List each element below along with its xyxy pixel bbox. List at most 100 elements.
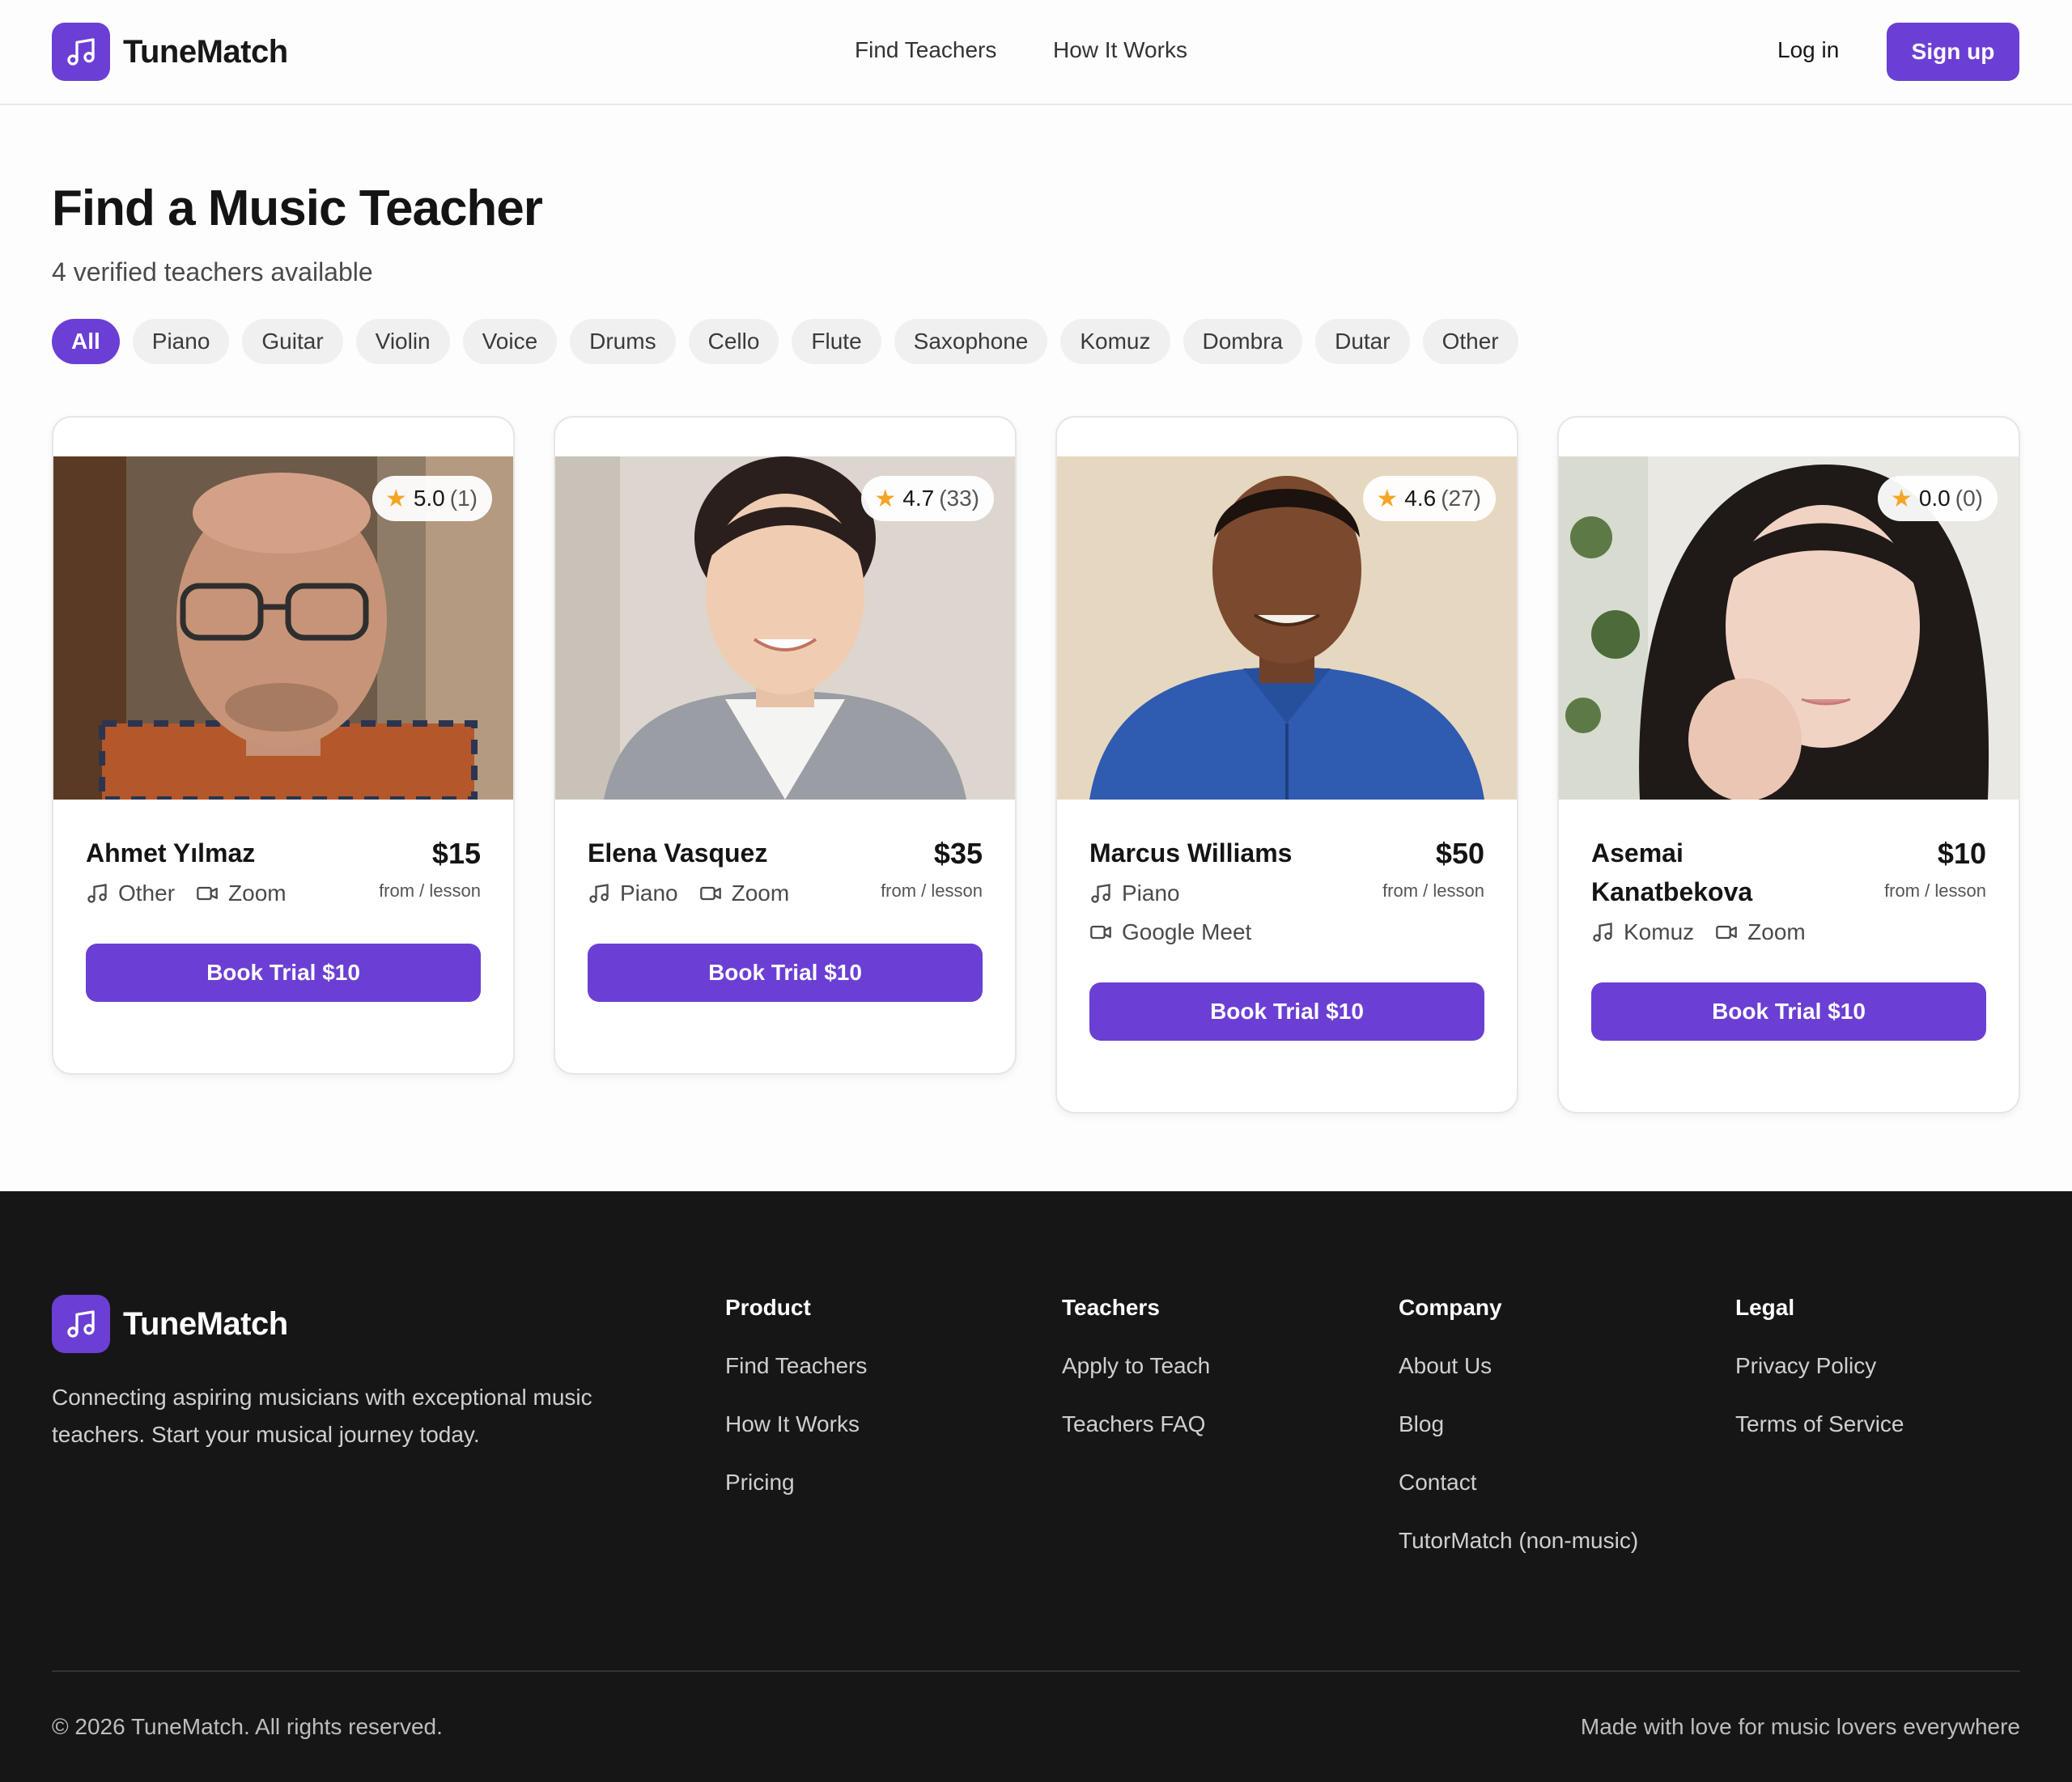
lesson-price: $10 <box>1937 837 1986 870</box>
teacher-card[interactable]: ★ 0.0 (0) Asemai Kanatbekova $10 from / … <box>1557 416 2020 1114</box>
music-note-icon <box>52 23 110 81</box>
book-trial-button[interactable]: Book Trial $10 <box>1591 982 1986 1041</box>
instrument-label: Komuz <box>1624 919 1695 944</box>
lesson-price: $50 <box>1435 837 1484 870</box>
rating-value: 4.6 <box>1404 486 1437 511</box>
footer-link-privacy[interactable]: Privacy Policy <box>1735 1348 1904 1384</box>
teacher-card[interactable]: ★ 4.7 (33) Elena Vasquez $35 from / less… <box>554 416 1017 1075</box>
brand-name: TuneMatch <box>123 33 288 70</box>
footer-link-pricing[interactable]: Pricing <box>725 1465 867 1500</box>
teacher-name: Marcus Williams <box>1089 838 1293 868</box>
filter-chip-piano[interactable]: Piano <box>132 319 230 364</box>
video-camera-icon <box>699 882 722 905</box>
rating-value: 0.0 <box>1918 486 1951 511</box>
site-footer: TuneMatch Connecting aspiring musicians … <box>0 1191 2072 1782</box>
star-icon: ★ <box>1376 485 1399 512</box>
filter-chip-komuz[interactable]: Komuz <box>1060 319 1170 364</box>
filter-chip-drums[interactable]: Drums <box>570 319 676 364</box>
platform-label: Zoom <box>228 880 287 906</box>
footer-link-how-it-works[interactable]: How It Works <box>725 1407 867 1442</box>
filter-chip-saxophone[interactable]: Saxophone <box>894 319 1048 364</box>
instrument-label: Piano <box>1122 880 1180 906</box>
rating-badge: ★ 0.0 (0) <box>1877 476 1998 521</box>
price-unit: from / lesson <box>1884 880 1986 901</box>
signup-button[interactable]: Sign up <box>1887 23 2019 81</box>
footer-link-apply[interactable]: Apply to Teach <box>1062 1348 1210 1384</box>
footer-link-terms[interactable]: Terms of Service <box>1735 1407 1904 1442</box>
teacher-card[interactable]: ★ 4.6 (27) Marcus Williams $50 from / le… <box>1055 416 1518 1114</box>
footer-link-teachers-faq[interactable]: Teachers FAQ <box>1062 1407 1210 1442</box>
footer-heading: Product <box>725 1295 811 1320</box>
lesson-price: $35 <box>933 837 983 870</box>
filter-chip-voice[interactable]: Voice <box>462 319 558 364</box>
lesson-price: $15 <box>431 837 481 870</box>
video-camera-icon <box>1715 921 1738 944</box>
review-count: (33) <box>939 486 979 511</box>
rating-badge: ★ 4.7 (33) <box>861 476 994 521</box>
music-note-icon <box>86 882 108 905</box>
review-count: (0) <box>1955 486 1983 511</box>
footer-divider <box>52 1670 2020 1672</box>
teacher-meta: Komuz Zoom <box>1591 919 1827 945</box>
filter-chip-cello[interactable]: Cello <box>688 319 779 364</box>
filter-chip-all[interactable]: All <box>52 319 120 364</box>
book-trial-button[interactable]: Book Trial $10 <box>588 944 983 1002</box>
filter-chip-other[interactable]: Other <box>1422 319 1518 364</box>
music-note-icon <box>1089 882 1112 905</box>
footer-column-legal: Legal Privacy Policy Terms of Service <box>1735 1295 1904 1465</box>
footer-link-about[interactable]: About Us <box>1399 1348 1638 1384</box>
filter-chip-flute[interactable]: Flute <box>792 319 881 364</box>
teacher-meta: Piano Zoom <box>588 880 810 906</box>
footer-brand-name: TuneMatch <box>123 1305 288 1342</box>
footer-heading: Legal <box>1735 1295 1795 1320</box>
teacher-card[interactable]: ★ 5.0 (1) Ahmet Yılmaz $15 from / lesson… <box>52 416 515 1075</box>
nav-how-it-works[interactable]: How It Works <box>1053 37 1187 63</box>
footer-heading: Teachers <box>1062 1295 1160 1320</box>
music-note-icon <box>588 882 610 905</box>
star-icon: ★ <box>874 485 897 512</box>
nav-find-teachers[interactable]: Find Teachers <box>855 37 996 63</box>
filter-chip-dombra[interactable]: Dombra <box>1182 319 1303 364</box>
music-note-icon <box>52 1295 110 1353</box>
teacher-meta: Other Zoom <box>86 880 308 906</box>
login-button[interactable]: Log in <box>1777 37 1839 63</box>
instrument-filters: All Piano Guitar Violin Voice Drums Cell… <box>52 319 1518 364</box>
footer-column-product: Product Find Teachers How It Works Prici… <box>725 1295 867 1523</box>
brand-logo[interactable]: TuneMatch <box>52 23 288 81</box>
music-note-icon <box>1591 921 1614 944</box>
teacher-name: Elena Vasquez <box>588 838 768 868</box>
star-icon: ★ <box>384 485 407 512</box>
rating-value: 5.0 <box>413 486 445 511</box>
filter-chip-dutar[interactable]: Dutar <box>1315 319 1410 364</box>
video-camera-icon <box>196 882 219 905</box>
instrument-label: Piano <box>620 880 678 906</box>
footer-link-blog[interactable]: Blog <box>1399 1407 1638 1442</box>
rating-value: 4.7 <box>902 486 935 511</box>
footer-brand-logo[interactable]: TuneMatch <box>52 1295 288 1353</box>
instrument-label: Other <box>118 880 176 906</box>
copyright: © 2026 TuneMatch. All rights reserved. <box>52 1714 443 1739</box>
footer-link-find-teachers[interactable]: Find Teachers <box>725 1348 867 1384</box>
review-count: (27) <box>1441 486 1481 511</box>
teacher-meta: Piano <box>1089 880 1201 906</box>
site-header: TuneMatch Find Teachers How It Works Log… <box>0 0 2072 105</box>
footer-heading: Company <box>1399 1295 1502 1320</box>
book-trial-button[interactable]: Book Trial $10 <box>1089 982 1484 1041</box>
price-unit: from / lesson <box>379 880 481 901</box>
platform-label: Google Meet <box>1122 919 1252 944</box>
review-count: (1) <box>449 486 478 511</box>
filter-chip-guitar[interactable]: Guitar <box>242 319 343 364</box>
footer-link-contact[interactable]: Contact <box>1399 1465 1638 1500</box>
price-unit: from / lesson <box>881 880 983 901</box>
rating-badge: ★ 4.6 (27) <box>1363 476 1496 521</box>
platform-label: Zoom <box>1747 919 1806 944</box>
platform-label: Zoom <box>731 880 790 906</box>
page-title: Find a Music Teacher <box>52 180 543 236</box>
book-trial-button[interactable]: Book Trial $10 <box>86 944 481 1002</box>
video-camera-icon <box>1089 921 1112 944</box>
footer-link-tutormatch[interactable]: TutorMatch (non-music) <box>1399 1523 1638 1559</box>
footer-love-note: Made with love for music lovers everywhe… <box>1580 1714 2020 1739</box>
teacher-count: 4 verified teachers available <box>52 257 373 286</box>
footer-tagline: Connecting aspiring musicians with excep… <box>52 1385 592 1447</box>
filter-chip-violin[interactable]: Violin <box>355 319 450 364</box>
